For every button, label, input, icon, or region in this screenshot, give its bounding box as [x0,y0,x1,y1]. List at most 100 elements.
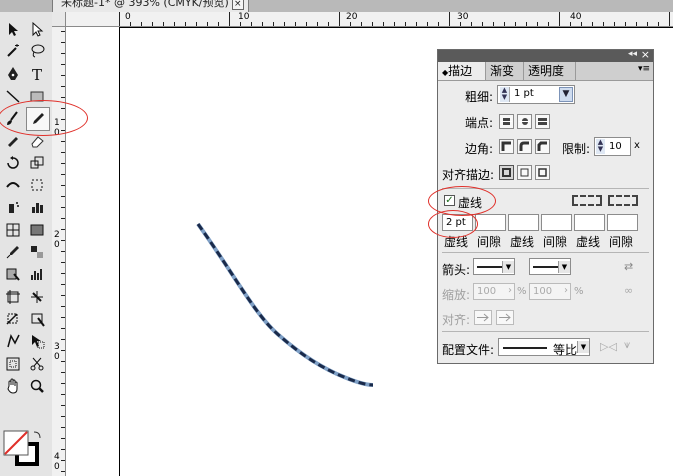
blend-icon[interactable] [26,241,48,263]
preserve-dash-button[interactable] [572,195,602,206]
chevron-right-icon[interactable]: › [508,285,512,296]
ruler-tick [152,22,153,26]
chevron-right-icon[interactable]: › [564,285,568,296]
align-center-button[interactable] [499,165,514,180]
ruler-tick [273,22,274,26]
mesh-icon[interactable] [2,219,24,241]
horizontal-ruler[interactable]: 0 10 20 30 40 [65,12,673,27]
profile-preview [503,347,547,349]
rotate-icon[interactable] [2,152,24,174]
selection-icon[interactable] [2,18,24,40]
eyedropper-icon[interactable] [2,241,24,263]
highlight-ring [0,100,88,136]
ruler-tick [61,86,65,87]
perspective-icon[interactable] [26,308,48,330]
lasso-icon[interactable] [26,40,48,62]
zoom-icon[interactable] [26,375,48,397]
panel-title-bar[interactable]: ◂◂ × [438,48,653,62]
crop-icon[interactable] [2,308,24,330]
bar-graph-icon[interactable] [26,263,48,285]
percent-sign: % [517,286,527,297]
line-preview [477,266,503,268]
link-scale-icon[interactable]: ∞ [624,284,633,297]
weight-stepper[interactable]: ▲ ▼ [500,87,510,102]
live-paint-icon[interactable] [2,263,24,285]
round-join-button[interactable] [517,139,532,154]
chevron-down-icon: ▼ [502,261,514,273]
ruler-tick [592,22,593,26]
fill-stroke-swatches[interactable] [3,430,43,470]
gap-field-2[interactable] [541,214,572,231]
limit-field[interactable]: ▲ ▼ 10 [594,137,631,156]
ruler-tick [207,22,208,26]
document-tab[interactable]: 未标题-1* @ 393% (CMYK/预览) × [52,0,249,12]
ruler-tick [61,262,65,263]
tab-stroke[interactable]: ◆描边 [438,62,486,80]
close-document-icon[interactable]: × [231,0,244,10]
tab-transparency[interactable]: 透明度 [524,62,576,80]
magic-wand-icon[interactable] [2,40,24,62]
ruler-tick [61,449,65,450]
bevel-join-button[interactable] [535,139,550,154]
ruler-label: 3 [54,342,60,352]
place-arrow-tip-button[interactable] [496,310,514,325]
type-icon[interactable]: T [26,63,48,85]
scissors-icon[interactable] [26,353,48,375]
gap-label-1: 间隙 [477,235,502,249]
limit-stepper[interactable]: ▲ ▼ [596,139,605,154]
warp-icon[interactable] [2,174,24,196]
extend-arrow-tip-button[interactable] [474,310,492,325]
ruler-tick [658,22,659,26]
shape-builder-icon[interactable] [2,330,24,352]
flip-along-icon[interactable]: ▷◁ [600,340,617,353]
ruler-tick [61,295,65,296]
gradient-icon[interactable] [26,219,48,241]
align-inside-button[interactable] [517,165,532,180]
ruler-tick [174,22,175,26]
ruler-tick [647,22,648,26]
close-panel-icon[interactable]: × [641,48,650,61]
flip-across-icon[interactable]: ⩛ [624,338,630,352]
end-scale-field[interactable]: 100 › [529,283,571,300]
live-paint-select-icon[interactable] [26,330,48,352]
swap-arrowheads-icon[interactable]: ⇄ [624,260,633,273]
vertical-ruler[interactable]: 10203040 [52,12,66,476]
weight-combo[interactable]: ▲ ▼ 1 pt ▼ [497,85,575,104]
ruler-label: 20 [346,12,358,22]
artboard-icon[interactable] [2,286,24,308]
dash-field-2[interactable] [508,214,539,231]
end-arrowhead-select[interactable]: ▼ [529,258,571,275]
ruler-tick [61,53,65,54]
column-graph-icon[interactable] [26,196,48,218]
tools-panel: T [0,12,53,476]
align-outside-button[interactable] [535,165,550,180]
gap-field-3[interactable] [607,214,638,231]
miter-join-button[interactable] [499,139,514,154]
ruler-tick [636,22,637,26]
symbol-sprayer-icon[interactable] [2,196,24,218]
align-dash-corners-button[interactable] [608,195,638,206]
hand-icon[interactable] [2,375,24,397]
weight-dropdown-icon[interactable]: ▼ [559,87,573,102]
slice-icon[interactable] [26,286,48,308]
free-transform-icon[interactable] [26,174,48,196]
round-cap-button[interactable] [517,114,532,129]
panel-menu-icon[interactable]: ▾≡ [638,64,650,74]
butt-cap-button[interactable] [499,114,514,129]
gap-field-1[interactable] [475,214,506,231]
profile-select[interactable]: 等比 ▼ [498,338,590,357]
start-arrowhead-select[interactable]: ▼ [473,258,515,275]
direct-selection-icon[interactable] [26,18,48,40]
dash-field-3[interactable] [574,214,605,231]
ruler-tick [61,372,65,373]
scale-label: 缩放: [442,288,471,302]
start-scale-field[interactable]: 100 › [473,283,515,300]
ruler-label: 2 [54,230,60,240]
scale-icon[interactable] [26,152,48,174]
ruler-origin[interactable] [52,12,66,27]
collapse-panel-icon[interactable]: ◂◂ [628,49,637,59]
tab-gradient[interactable]: 渐变 [486,62,524,80]
print-tiling-icon[interactable] [2,353,24,375]
projecting-cap-button[interactable] [535,114,550,129]
pen-icon[interactable] [2,63,24,85]
